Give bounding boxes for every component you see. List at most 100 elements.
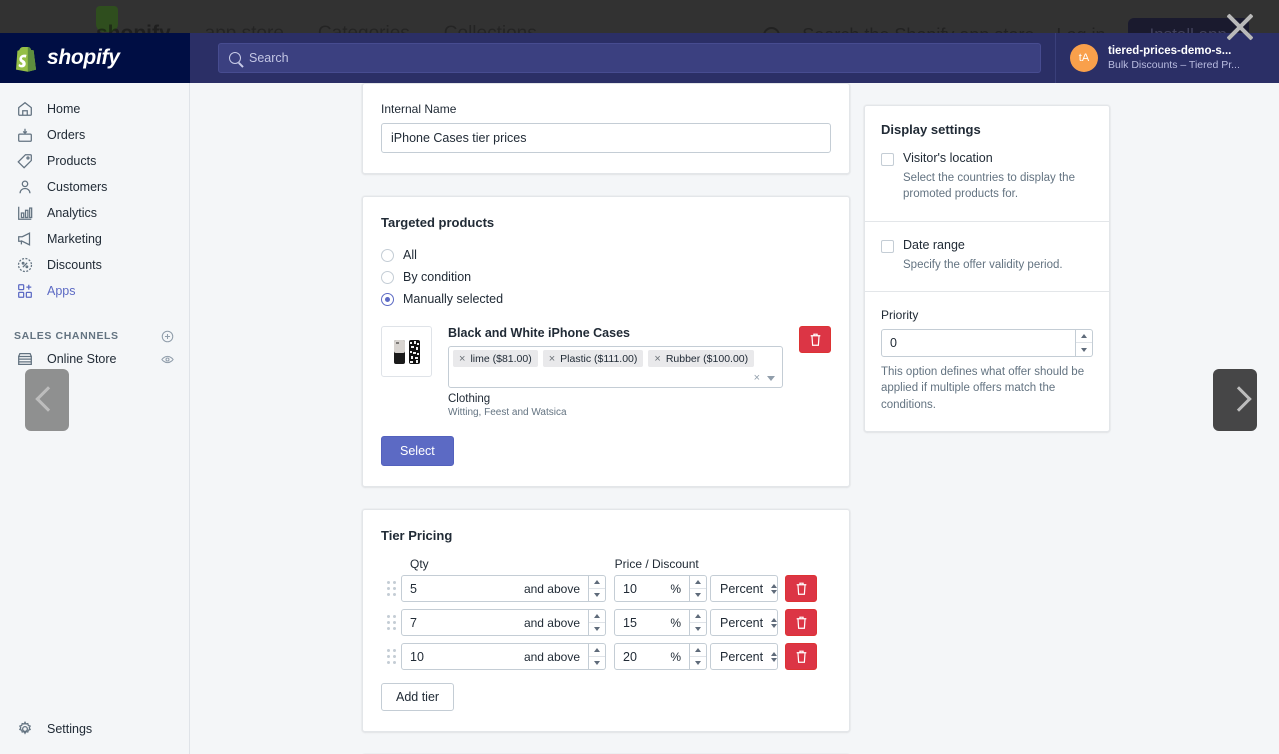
radio-by-condition[interactable]: By condition xyxy=(381,266,831,288)
sidebar-item-customers[interactable]: Customers xyxy=(0,174,189,200)
radio-manually-selected[interactable]: Manually selected xyxy=(381,288,831,310)
visitor-location-checkbox-row[interactable]: Visitor's location xyxy=(881,151,1093,166)
variant-label: Rubber ($100.00) xyxy=(665,352,749,365)
tier-amount-input[interactable] xyxy=(623,581,665,596)
priority-label: Priority xyxy=(881,307,919,322)
sidebar-item-settings[interactable]: Settings xyxy=(0,716,189,742)
tier-amount-stepper[interactable] xyxy=(690,643,707,670)
sidebar-item-home[interactable]: Home xyxy=(0,96,189,122)
drag-handle-icon[interactable] xyxy=(381,645,401,669)
stepper-up[interactable] xyxy=(589,576,605,588)
drag-handle-icon[interactable] xyxy=(381,611,401,635)
stepper-down[interactable] xyxy=(690,656,706,669)
sidebar-item-analytics[interactable]: Analytics xyxy=(0,200,189,226)
stepper-up[interactable] xyxy=(690,644,706,656)
eye-icon[interactable] xyxy=(160,352,175,367)
tier-type-select[interactable]: Percent xyxy=(710,609,778,636)
stepper-down[interactable] xyxy=(690,588,706,601)
marketing-megaphone-icon xyxy=(16,230,34,248)
checkbox-icon[interactable] xyxy=(881,153,894,166)
store-name: tiered-prices-demo-s... xyxy=(1108,45,1232,58)
sidebar-item-products[interactable]: Products xyxy=(0,148,189,174)
radio-dot-icon xyxy=(381,292,394,306)
tier-qty-stepper[interactable] xyxy=(589,575,606,602)
close-icon[interactable] xyxy=(1221,8,1259,46)
drag-handle-icon[interactable] xyxy=(381,577,401,601)
tier-qty-input[interactable] xyxy=(410,581,518,596)
tier-qty-input[interactable] xyxy=(410,615,518,630)
stepper-up[interactable] xyxy=(589,610,605,622)
tier-header-price: Price / Discount xyxy=(614,557,699,571)
tier-amount-group: % xyxy=(614,643,707,670)
stepper-down[interactable] xyxy=(1076,342,1092,356)
sidebar-item-marketing[interactable]: Marketing xyxy=(0,226,189,252)
sidebar-item-label: Analytics xyxy=(47,206,98,220)
sidebar-item-orders[interactable]: Orders xyxy=(0,122,189,148)
stepper-down[interactable] xyxy=(589,588,605,601)
tier-qty-stepper[interactable] xyxy=(589,643,606,670)
delete-tier-button[interactable] xyxy=(785,643,817,670)
stepper-up[interactable] xyxy=(589,644,605,656)
checkbox-icon[interactable] xyxy=(881,239,894,253)
clear-x-icon[interactable]: × xyxy=(754,372,760,384)
variant-multiselect[interactable]: × lime ($81.00) × Plastic ($111.00) × Ru… xyxy=(448,346,783,388)
tier-qty-suffix: and above xyxy=(523,581,580,596)
orders-icon xyxy=(16,126,34,144)
tier-qty-group: and above xyxy=(401,575,606,602)
variant-tag[interactable]: × lime ($81.00) xyxy=(453,350,538,367)
stepper-down[interactable] xyxy=(589,656,605,669)
date-range-checkbox-row[interactable]: Date range xyxy=(881,238,1093,253)
variant-tag[interactable]: × Rubber ($100.00) xyxy=(648,350,755,367)
internal-name-input[interactable] xyxy=(381,123,831,153)
tier-amount-group: % xyxy=(614,609,707,636)
internal-name-card: Internal Name xyxy=(362,83,850,174)
stepper-down[interactable] xyxy=(589,622,605,635)
stepper-up[interactable] xyxy=(690,610,706,622)
chevron-right-icon xyxy=(1227,386,1244,415)
variant-label: lime ($81.00) xyxy=(470,352,532,365)
storefront-icon xyxy=(16,350,34,368)
remove-product-button[interactable] xyxy=(799,326,831,353)
stepper-up[interactable] xyxy=(1076,330,1092,343)
tier-qty-stepper[interactable] xyxy=(589,609,606,636)
tier-qty-group: and above xyxy=(401,609,606,636)
next-navigation-button[interactable] xyxy=(1213,369,1257,431)
sidebar-item-apps[interactable]: Apps xyxy=(0,278,189,304)
radio-all[interactable]: All xyxy=(381,244,831,266)
tier-amount-input[interactable] xyxy=(623,615,665,630)
tier-type-value: Percent xyxy=(720,615,764,630)
visitor-location-label: Visitor's location xyxy=(903,151,993,165)
select-product-button[interactable]: Select xyxy=(381,436,454,466)
prev-navigation-button[interactable] xyxy=(25,369,69,431)
variant-tag[interactable]: × Plastic ($111.00) xyxy=(542,350,644,367)
radio-label: All xyxy=(403,248,417,262)
tier-type-select[interactable]: Percent xyxy=(710,575,778,602)
tier-qty-input[interactable] xyxy=(410,649,518,664)
tier-amount-stepper[interactable] xyxy=(690,575,707,602)
priority-input[interactable] xyxy=(890,335,1068,350)
shopify-logo[interactable]: shopify xyxy=(0,33,190,83)
remove-variant-icon[interactable]: × xyxy=(459,353,465,365)
search-input[interactable]: Search xyxy=(218,43,1041,73)
remove-variant-icon[interactable]: × xyxy=(549,353,555,365)
tier-amount-stepper[interactable] xyxy=(690,609,707,636)
product-thumbnail xyxy=(381,326,432,377)
delete-tier-button[interactable] xyxy=(785,575,817,602)
priority-stepper[interactable] xyxy=(1076,328,1093,357)
customers-icon xyxy=(16,178,34,196)
delete-tier-button[interactable] xyxy=(785,609,817,636)
analytics-bars-icon xyxy=(16,204,34,222)
apps-grid-icon xyxy=(16,282,34,300)
chevron-down-icon[interactable] xyxy=(767,375,775,381)
add-tier-button[interactable]: Add tier xyxy=(381,683,455,711)
stepper-down[interactable] xyxy=(690,622,706,635)
sidebar-item-online-store[interactable]: Online Store xyxy=(0,346,189,372)
tier-type-select[interactable]: Percent xyxy=(710,643,778,670)
circle-plus-icon[interactable] xyxy=(160,329,175,344)
remove-variant-icon[interactable]: × xyxy=(654,353,660,365)
shopify-wordmark: shopify xyxy=(47,46,120,69)
stepper-up[interactable] xyxy=(690,576,706,588)
tier-amount-input[interactable] xyxy=(623,649,665,664)
chevron-left-icon xyxy=(39,386,56,415)
sidebar-item-discounts[interactable]: Discounts xyxy=(0,252,189,278)
